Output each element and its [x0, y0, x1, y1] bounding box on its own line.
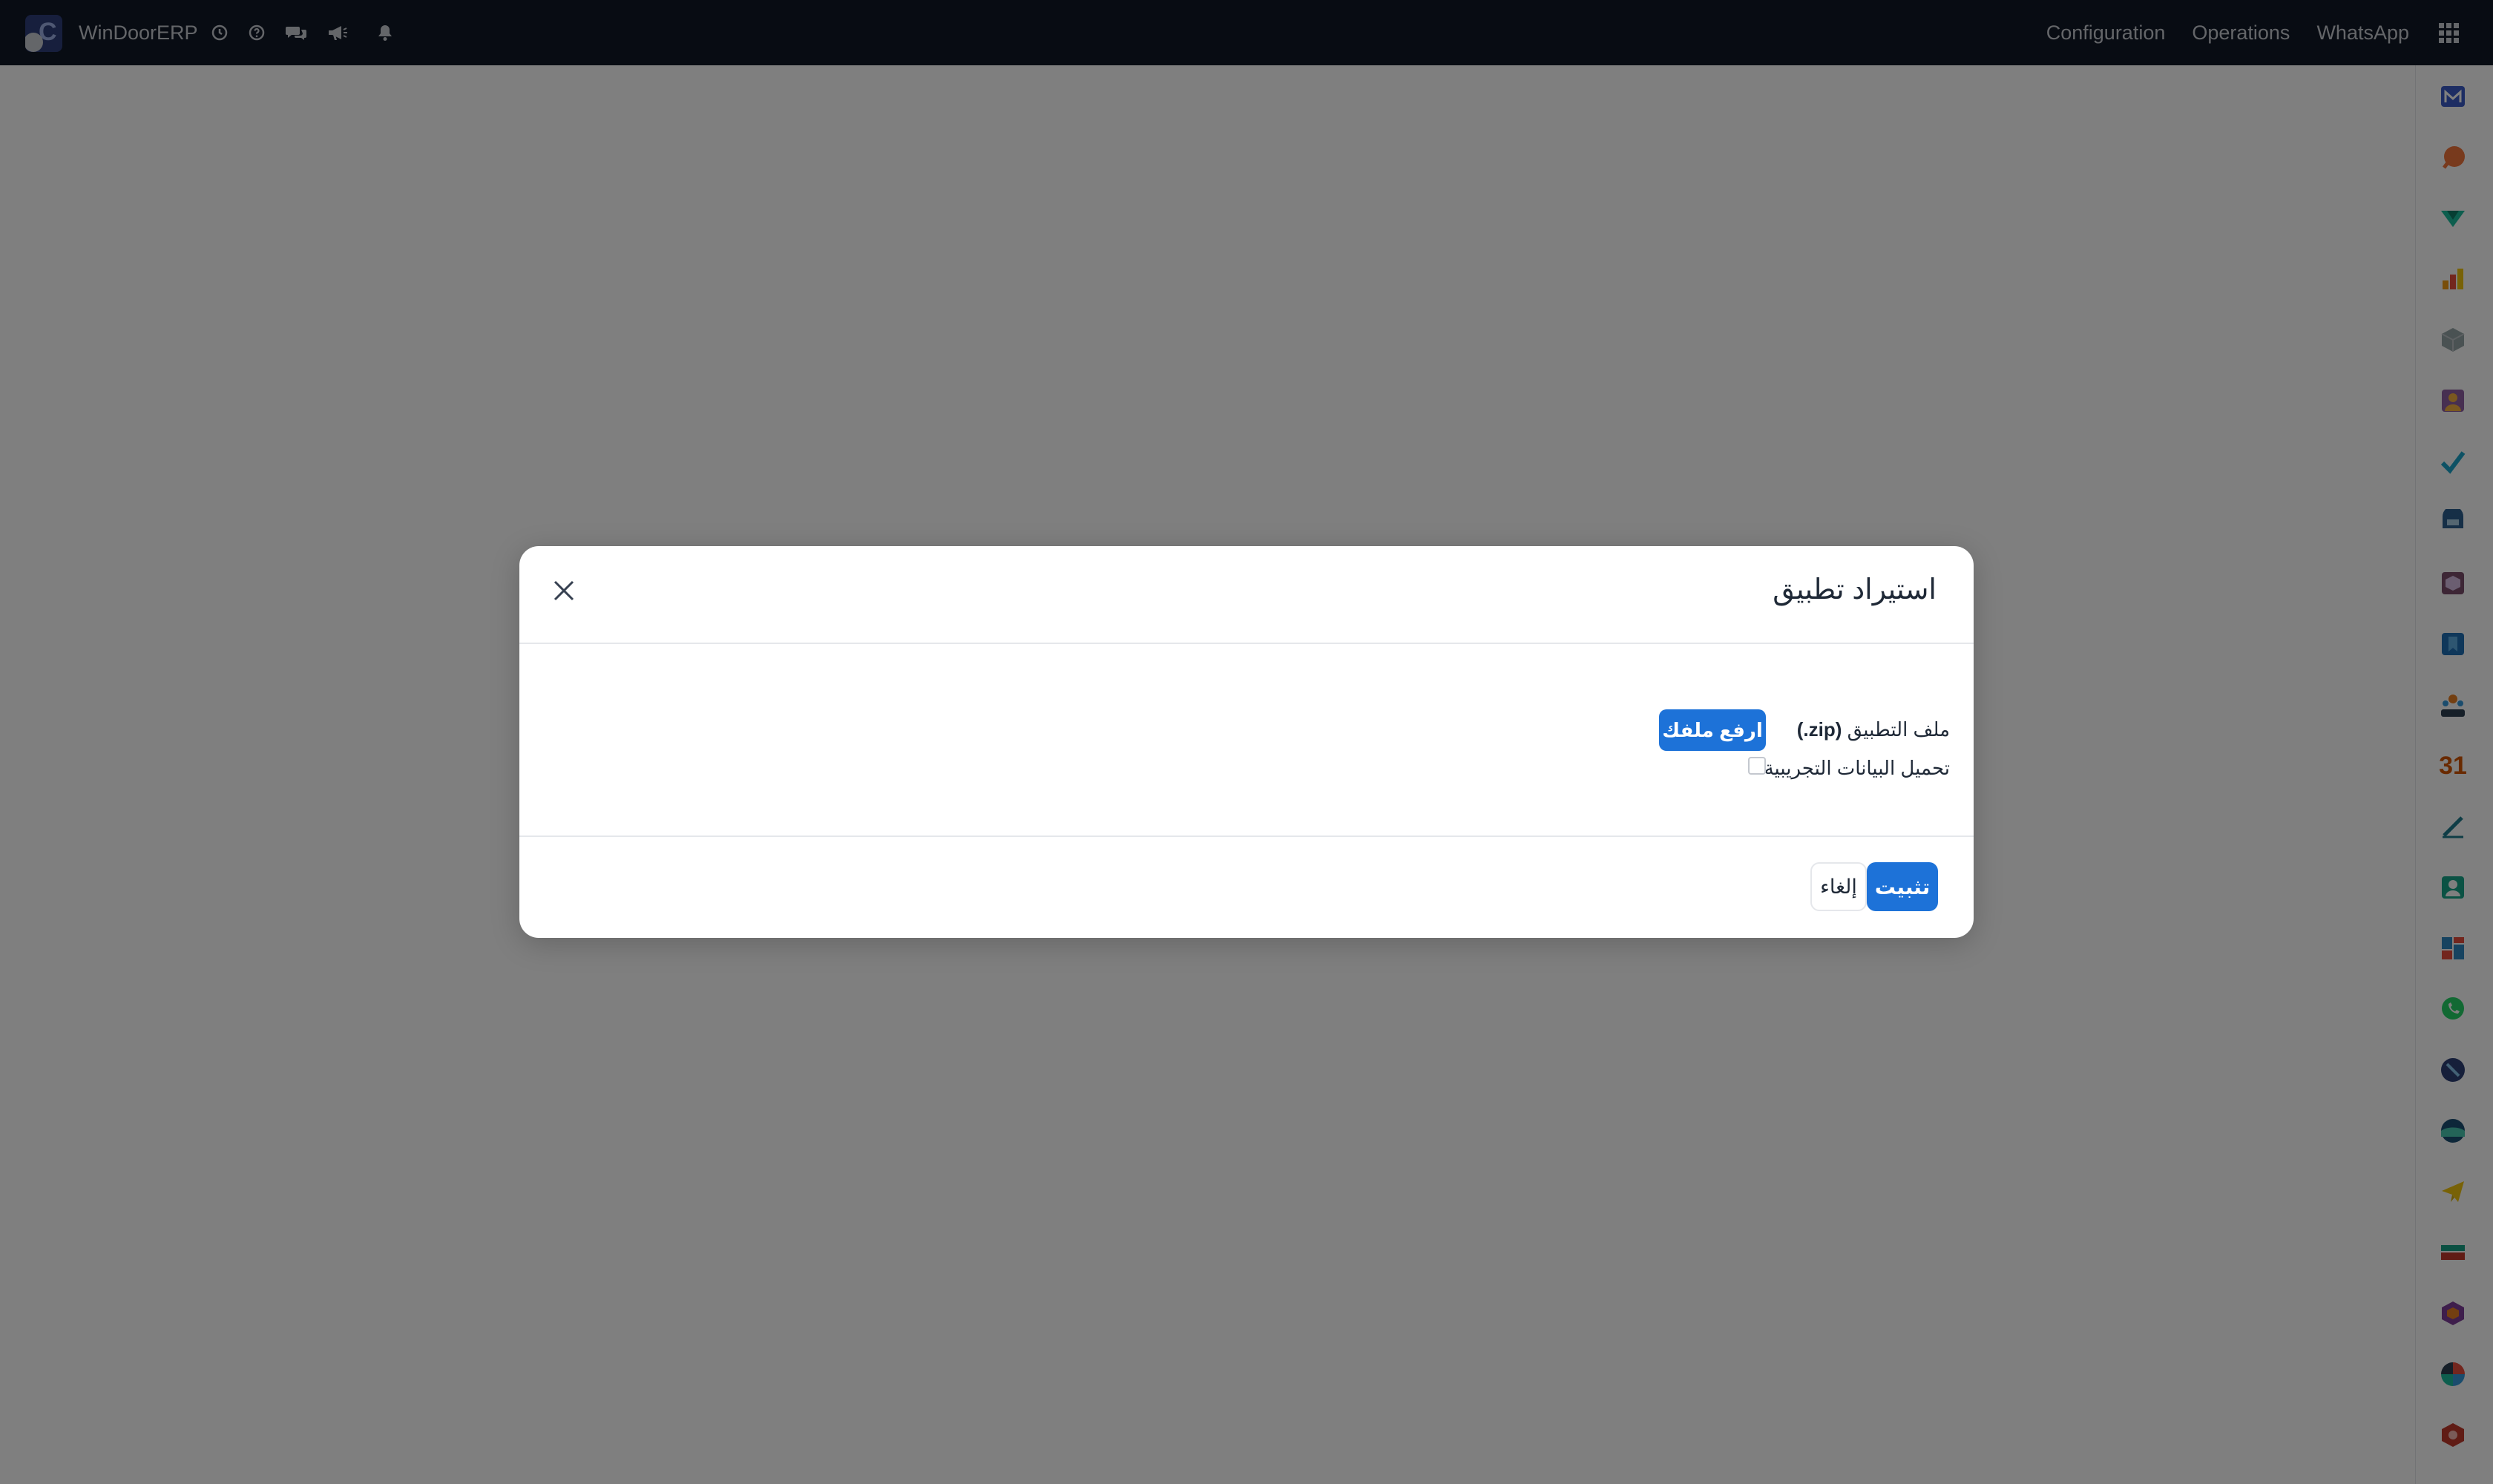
- upload-file-button[interactable]: ارفع ملفك: [1659, 709, 1766, 751]
- file-field-label: ملف التطبيق (.zip): [1797, 718, 1950, 741]
- demo-data-label: تحميل البيانات التجريبية: [1764, 757, 1950, 779]
- modal-title: استيراد تطبيق: [1773, 574, 1937, 605]
- file-ext-text: (.zip): [1796, 718, 1842, 741]
- modal-body: ملف التطبيق (.zip) ارفع ملفك تحميل البيا…: [519, 644, 1974, 835]
- close-icon[interactable]: [549, 576, 579, 605]
- modal-header: استيراد تطبيق: [519, 546, 1974, 644]
- demo-data-checkbox[interactable]: [1748, 757, 1766, 775]
- cancel-button[interactable]: إلغاء: [1810, 862, 1867, 911]
- install-button[interactable]: تثبيت: [1867, 862, 1938, 911]
- modal-footer: تثبيت إلغاء: [519, 835, 1974, 938]
- file-label-text: ملف التطبيق: [1847, 718, 1950, 741]
- import-app-dialog: استيراد تطبيق ملف التطبيق (.zip) ارفع مل…: [519, 546, 1974, 938]
